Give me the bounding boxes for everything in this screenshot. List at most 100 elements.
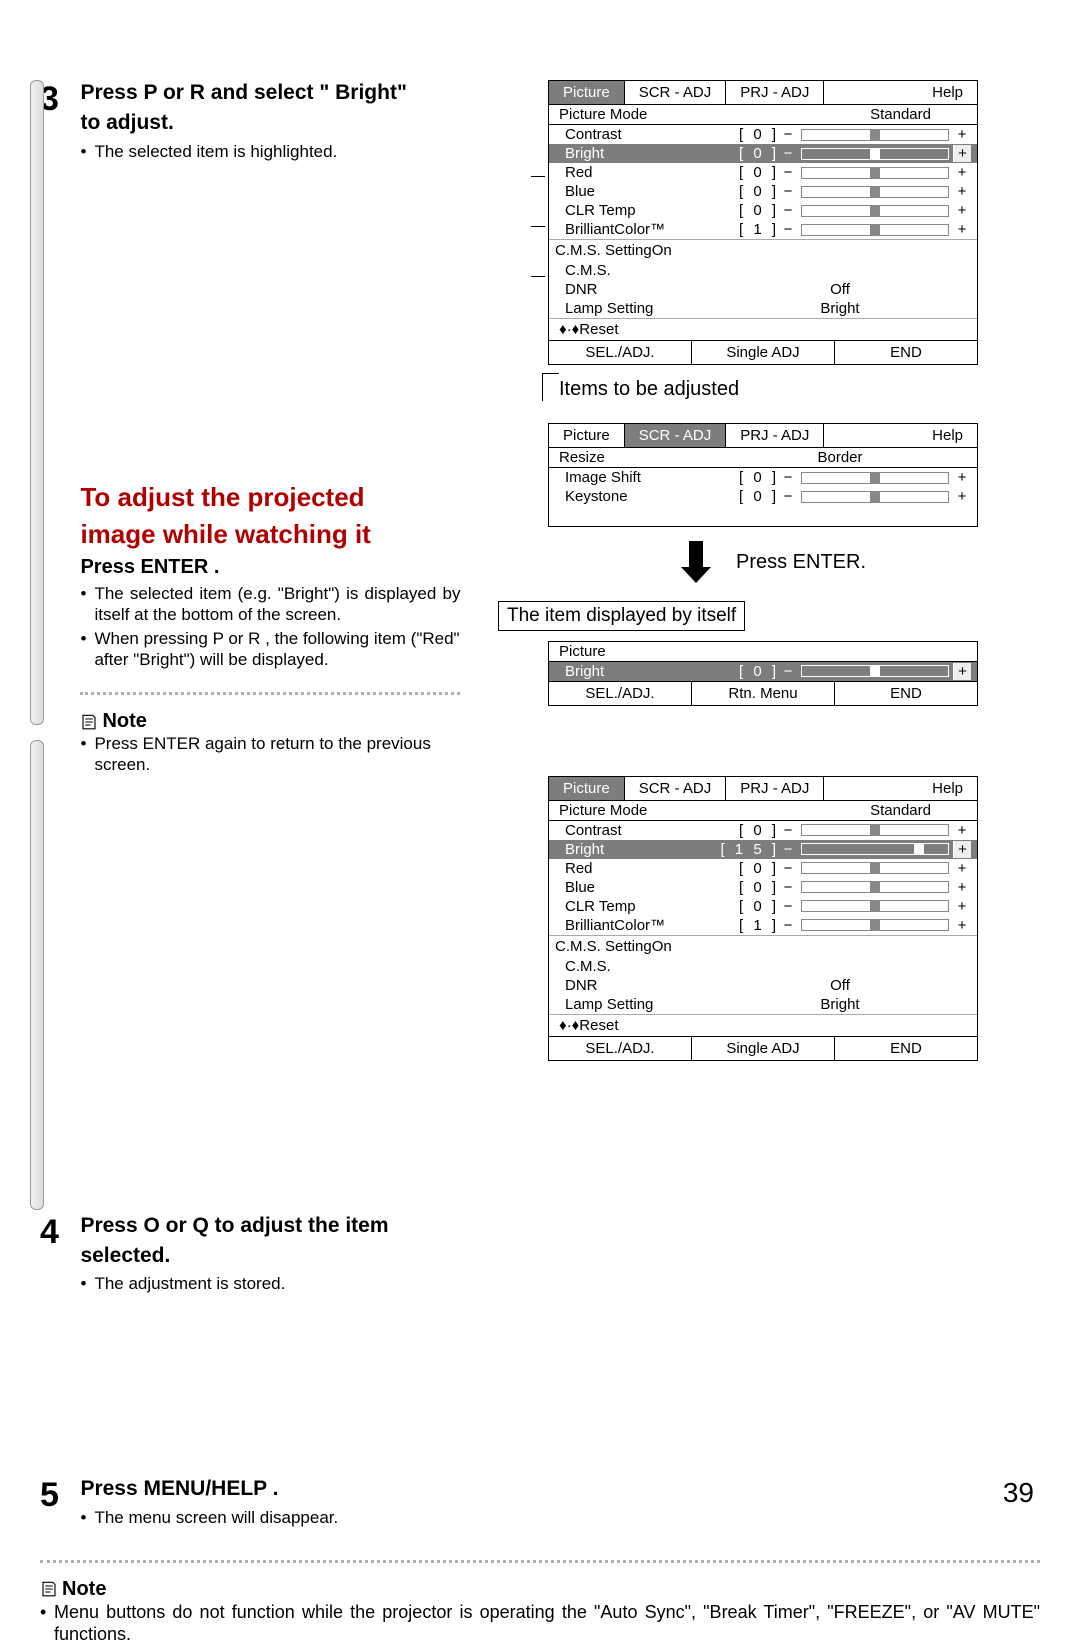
note-label: Note [102, 710, 146, 733]
tab-picture[interactable]: Picture [549, 777, 625, 800]
minus-icon[interactable]: − [779, 183, 797, 200]
osd-row: Red[ 0 ]−+ [549, 163, 977, 182]
param-val: [ 0 ] [709, 822, 779, 839]
osd-panel-4: Picture SCR - ADJ PRJ - ADJ Help Picture… [548, 776, 978, 1061]
slider-bar[interactable] [801, 900, 949, 912]
plus-icon[interactable]: + [953, 488, 971, 505]
minus-icon[interactable]: − [779, 663, 797, 680]
osd-panel-2: Picture SCR - ADJ PRJ - ADJ Help ResizeB… [548, 423, 978, 527]
action-sel: SEL./ADJ. [549, 341, 692, 364]
cms-setting-val: On [652, 938, 672, 955]
param-val: [ 1 5 ] [709, 841, 779, 858]
plus-icon[interactable]: + [953, 879, 971, 896]
step-rail-1 [30, 80, 44, 725]
step-4-number: 4 [40, 1213, 76, 1252]
slider-bar[interactable] [801, 224, 949, 236]
minus-icon[interactable]: − [779, 221, 797, 238]
param-val: [ 0 ] [709, 126, 779, 143]
plus-icon[interactable]: + [953, 202, 971, 219]
action-sel: SEL./ADJ. [549, 682, 692, 705]
note-3-text: Press ENTER again to return to the previ… [80, 733, 460, 776]
plus-icon[interactable]: + [953, 841, 971, 858]
picture-mode-label: Picture Mode [555, 106, 709, 123]
plus-icon[interactable]: + [953, 126, 971, 143]
tab-help[interactable]: Help [918, 81, 977, 104]
minus-icon[interactable]: − [779, 879, 797, 896]
tab-help[interactable]: Help [918, 424, 977, 447]
tab-scr-adj[interactable]: SCR - ADJ [625, 777, 727, 800]
slider-bar[interactable] [801, 129, 949, 141]
param-label: BrilliantColor™ [555, 221, 709, 238]
minus-icon[interactable]: − [779, 202, 797, 219]
action-end: END [835, 1037, 977, 1060]
divider [80, 692, 460, 704]
param-val: [ 1 ] [709, 221, 779, 238]
minus-icon[interactable]: − [779, 841, 797, 858]
plus-icon[interactable]: + [953, 898, 971, 915]
minus-icon[interactable]: − [779, 898, 797, 915]
left-column: 3 Press P or R and select " Bright" to a… [40, 80, 470, 1530]
slider-bar[interactable] [801, 167, 949, 179]
tab-scr-adj[interactable]: SCR - ADJ [625, 424, 727, 447]
slider-bar[interactable] [801, 148, 949, 160]
plus-icon[interactable]: + [953, 860, 971, 877]
tab-prj-adj[interactable]: PRJ - ADJ [726, 777, 824, 800]
resize-label: Resize [555, 449, 709, 466]
plus-icon[interactable]: + [953, 145, 971, 162]
tab-prj-adj[interactable]: PRJ - ADJ [726, 424, 824, 447]
minus-icon[interactable]: − [779, 917, 797, 934]
param-val: [ 0 ] [709, 860, 779, 877]
step-5-number: 5 [40, 1476, 76, 1515]
plus-icon[interactable]: + [953, 469, 971, 486]
minus-icon[interactable]: − [779, 488, 797, 505]
press-enter-title: Press ENTER . [80, 556, 460, 579]
param-val: [ 0 ] [709, 202, 779, 219]
minus-icon[interactable]: − [779, 822, 797, 839]
slider-bar[interactable] [801, 881, 949, 893]
param-val: [ 1 ] [709, 917, 779, 934]
imgshift-label: Image Shift [555, 469, 709, 486]
minus-icon[interactable]: − [779, 164, 797, 181]
step-4-bullet: The adjustment is stored. [80, 1273, 460, 1294]
action-single: Single ADJ [692, 341, 835, 364]
plus-icon[interactable]: + [953, 822, 971, 839]
osd-row: Bright[ 0 ]−+ [549, 144, 977, 163]
slider-bar[interactable] [801, 205, 949, 217]
step-5-bullet: The menu screen will disappear. [80, 1507, 460, 1528]
tab-scr-adj[interactable]: SCR - ADJ [625, 81, 727, 104]
plus-icon[interactable]: + [953, 183, 971, 200]
slider-bar[interactable] [801, 824, 949, 836]
osd-row: Blue[ 0 ]−+ [549, 182, 977, 201]
action-end: END [835, 341, 977, 364]
dnr-label: DNR [555, 977, 709, 994]
reset-row[interactable]: ♦·♦Reset [549, 1014, 977, 1036]
slider-bar[interactable] [801, 843, 949, 855]
slider-bar[interactable] [801, 862, 949, 874]
slider-bar[interactable] [801, 186, 949, 198]
tab-picture: Picture [555, 643, 709, 660]
minus-icon[interactable]: − [779, 126, 797, 143]
plus-icon[interactable]: + [953, 663, 971, 680]
tab-picture[interactable]: Picture [549, 424, 625, 447]
slider-bar[interactable] [801, 919, 949, 931]
plus-icon[interactable]: + [953, 917, 971, 934]
tab-help[interactable]: Help [918, 777, 977, 800]
minus-icon[interactable]: − [779, 469, 797, 486]
note-heading: Note [80, 710, 460, 733]
plus-icon[interactable]: + [953, 164, 971, 181]
minus-icon[interactable]: − [779, 860, 797, 877]
param-label: Contrast [555, 126, 709, 143]
param-label: BrilliantColor™ [555, 917, 709, 934]
param-label: Red [555, 860, 709, 877]
plus-icon[interactable]: + [953, 221, 971, 238]
keystone-val: [ 0 ] [709, 488, 779, 505]
step-3-number: 3 [40, 80, 76, 119]
tab-picture[interactable]: Picture [549, 81, 625, 104]
minus-icon[interactable]: − [779, 145, 797, 162]
osd-row: Blue[ 0 ]−+ [549, 878, 977, 897]
note-icon [40, 1580, 58, 1598]
reset-row[interactable]: ♦·♦Reset [549, 318, 977, 340]
bright-val: [ 0 ] [709, 663, 779, 680]
bright-label: Bright [555, 663, 709, 680]
tab-prj-adj[interactable]: PRJ - ADJ [726, 81, 824, 104]
